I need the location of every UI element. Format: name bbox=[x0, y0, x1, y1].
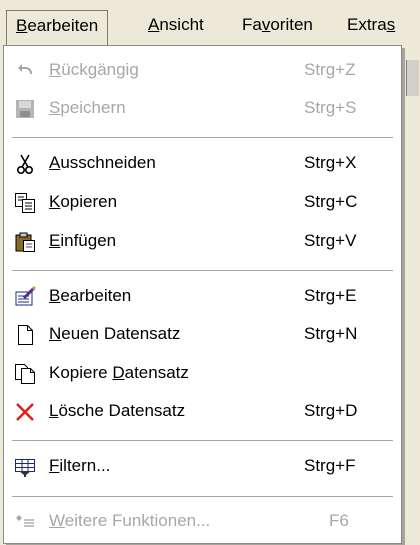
menu-item-paste-label: Einfügen bbox=[49, 231, 117, 250]
menu-item-edit-shortcut: Strg+E bbox=[304, 286, 357, 305]
menu-item-copy[interactable]: Kopieren Strg+C bbox=[4, 186, 401, 218]
menu-item-filter-label: Filtern... bbox=[49, 456, 111, 475]
menu-item-copy-record[interactable]: Kopiere Datensatz bbox=[4, 357, 401, 389]
menu-item-save-label: Speichern bbox=[49, 98, 126, 117]
menu-item-delete-record-shortcut: Strg+D bbox=[304, 401, 358, 420]
menu-bearbeiten-accelerator: B bbox=[16, 16, 28, 35]
menu-item-copy-shortcut: Strg+C bbox=[304, 192, 358, 211]
copy-document-icon bbox=[14, 363, 36, 385]
menu-item-delete-record[interactable]: Lösche Datensatz Strg+D bbox=[4, 395, 401, 427]
menu-item-filter-shortcut: Strg+F bbox=[304, 456, 356, 475]
menu-item-more-functions-shortcut: F6 bbox=[329, 511, 349, 530]
filter-icon bbox=[14, 456, 36, 478]
menu-item-more-functions-label: Weitere Funktionen... bbox=[49, 511, 211, 530]
menu-item-cut-shortcut: Strg+X bbox=[304, 153, 357, 172]
scissors-icon bbox=[14, 153, 36, 175]
menu-item-cut[interactable]: Ausschneiden Strg+X bbox=[4, 147, 401, 179]
menu-item-edit-label: Bearbeiten bbox=[49, 286, 132, 305]
floppy-disk-icon bbox=[14, 98, 36, 120]
menu-separator bbox=[12, 270, 393, 271]
menu-separator bbox=[12, 440, 393, 441]
menu-separator bbox=[12, 496, 393, 497]
menu-bar: Bearbeiten Ansicht Favoriten Extras bbox=[0, 0, 420, 46]
menu-item-undo-shortcut: Strg+Z bbox=[304, 60, 356, 79]
paste-icon bbox=[14, 231, 36, 253]
menu-item-delete-record-label: Lösche Datensatz bbox=[49, 401, 186, 420]
menu-item-new-record[interactable]: Neuen Datensatz Strg+N bbox=[4, 318, 401, 350]
menu-item-new-record-shortcut: Strg+N bbox=[304, 324, 358, 343]
window-background bbox=[402, 50, 420, 545]
menu-favoriten[interactable]: Favoriten bbox=[233, 10, 322, 40]
menu-separator bbox=[12, 137, 393, 138]
menu-ansicht-accelerator: A bbox=[148, 15, 160, 34]
menu-item-filter[interactable]: Filtern... Strg+F bbox=[4, 450, 401, 482]
menu-bearbeiten[interactable]: Bearbeiten bbox=[6, 10, 109, 46]
background-toolbar-edge bbox=[406, 60, 419, 96]
menu-item-copy-record-label: Kopiere Datensatz bbox=[49, 363, 189, 382]
menu-item-paste[interactable]: Einfügen Strg+V bbox=[4, 225, 401, 257]
menu-item-save-shortcut: Strg+S bbox=[304, 98, 357, 117]
menu-item-undo[interactable]: Rückgängig Strg+Z bbox=[4, 54, 401, 86]
menu-item-edit[interactable]: Bearbeiten Strg+E bbox=[4, 280, 401, 312]
menu-item-save[interactable]: Speichern Strg+S bbox=[4, 92, 401, 124]
copy-icon bbox=[14, 192, 36, 214]
menu-extras-accelerator: s bbox=[386, 15, 396, 34]
menu-item-copy-label: Kopieren bbox=[49, 192, 118, 211]
menu-item-paste-shortcut: Strg+V bbox=[304, 231, 357, 250]
more-functions-icon bbox=[14, 511, 36, 533]
menu-extras[interactable]: Extras bbox=[338, 10, 404, 40]
edit-dropdown-menu: Rückgängig Strg+Z Speichern Strg+S Aussc… bbox=[3, 45, 402, 544]
menu-item-cut-label: Ausschneiden bbox=[49, 153, 156, 172]
menu-item-undo-label: Rückgängig bbox=[49, 60, 139, 79]
menu-ansicht[interactable]: Ansicht bbox=[139, 10, 213, 40]
edit-record-icon bbox=[14, 285, 37, 308]
undo-arrow-icon bbox=[14, 60, 36, 82]
menu-item-more-functions[interactable]: Weitere Funktionen... F6 bbox=[4, 505, 401, 537]
delete-x-icon bbox=[14, 401, 36, 423]
new-document-icon bbox=[14, 324, 36, 346]
menu-item-new-record-label: Neuen Datensatz bbox=[49, 324, 181, 343]
